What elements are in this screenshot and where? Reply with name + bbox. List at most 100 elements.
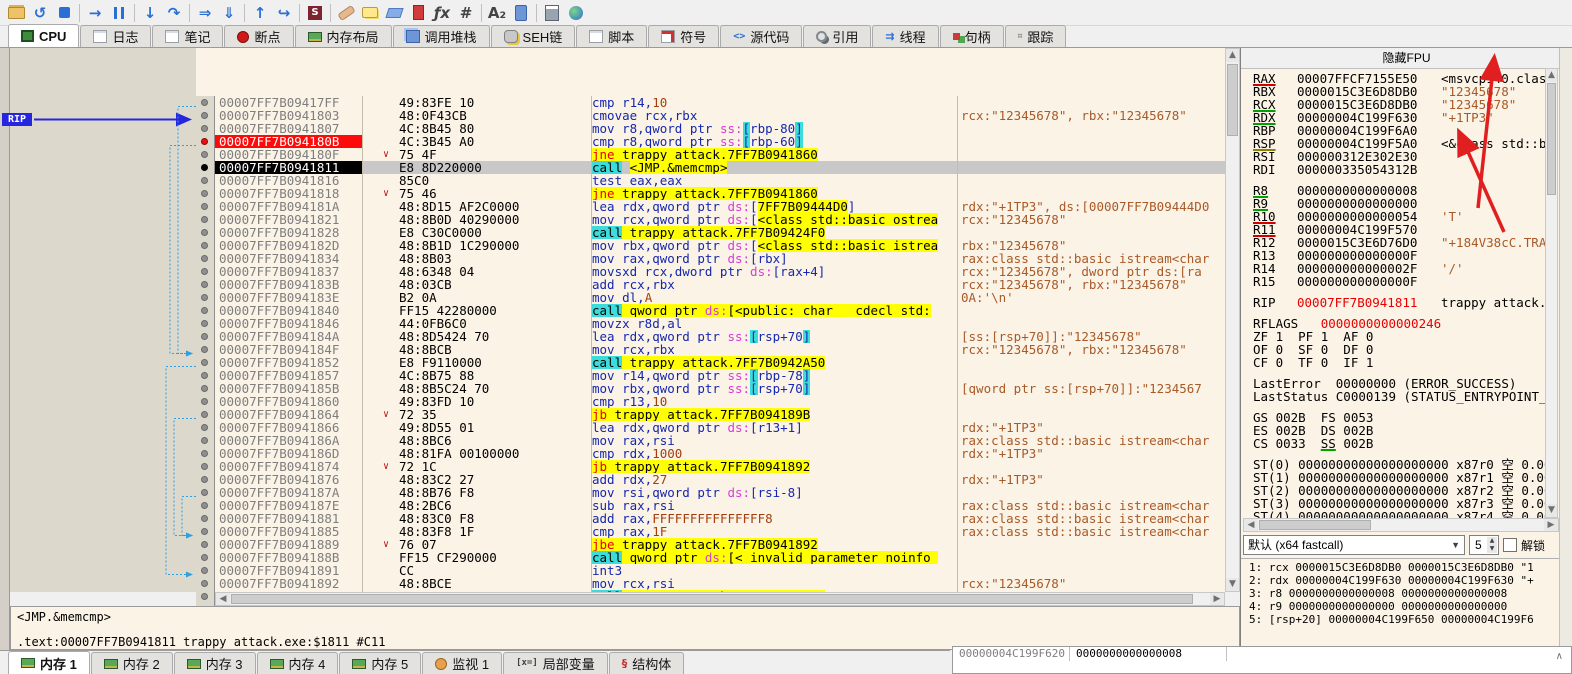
comment-cell[interactable]: rax:class std::basic_istream<char [958,512,1225,525]
instruction-cell[interactable]: call qword ptr ds:[<_invalid_parameter_n… [592,551,958,564]
hide-fpu-button[interactable]: 隐藏FPU [1241,48,1572,69]
comment-cell[interactable]: rdx:"+1TP3" [958,473,1225,486]
bytes-cell[interactable]: E8 8D220000 [363,161,592,174]
address-cell[interactable]: 00007FF7B0941834 [215,252,363,265]
bytes-cell[interactable]: 49:83FD 10 [363,395,592,408]
disasm-row[interactable]: 00007FF7B0941816 85C0 test eax,eax [196,174,1225,187]
disasm-row[interactable]: 00007FF7B094180F ∨ 75 4F jne trappy attack.… [196,148,1225,161]
address-cell[interactable]: 00007FF7B0941881 [215,512,363,525]
address-cell[interactable]: 00007FF7B094180F [215,148,363,161]
disasm-row[interactable]: 00007FF7B094180B 4C:3B45 A0 cmp r8,qword p… [196,135,1225,148]
disasm-row[interactable]: 00007FF7B0941892 48:8BCE mov rcx,rsi rcx:"1… [196,577,1225,590]
disasm-vscrollbar[interactable]: ▲ ▼ [1225,48,1240,592]
step-out-icon[interactable]: ⇓ [217,2,241,24]
bytes-cell[interactable]: 48:8D15 AF2C0000 [363,200,592,213]
argument-row[interactable]: 1: rcx 0000015C3E6D8DB0 0000015C3E6D8DB0… [1249,561,1559,574]
font-icon[interactable]: A₂ [485,2,509,24]
argument-count-stepper[interactable]: 5 ▲ ▼ [1469,535,1499,555]
disasm-row[interactable]: 00007FF7B094185B 48:8B5C24 70 mov rbx,qwor… [196,382,1225,395]
tab-引用[interactable]: 引用 [803,25,872,47]
comment-cell[interactable] [958,395,1225,408]
bytes-cell[interactable]: 85C0 [363,174,592,187]
bottom-tab-内存 1[interactable]: 内存 1 [8,651,90,674]
comment-cell[interactable] [958,161,1225,174]
restart-icon[interactable]: ↺ [28,2,52,24]
address-cell[interactable]: 00007FF7B094186A [215,434,363,447]
instruction-cell[interactable]: mov rax,qword ptr ds:[rbx] [592,252,958,265]
checkbox-icon[interactable] [1503,538,1517,552]
bytes-cell[interactable]: 49:83FE 10 [363,96,592,109]
bytes-cell[interactable]: 48:8B76 F8 [363,486,592,499]
disasm-row[interactable]: 00007FF7B0941860 49:83FD 10 cmp r13,10 [196,395,1225,408]
address-cell[interactable]: 00007FF7B0941807 [215,122,363,135]
tab-日志[interactable]: 日志 [80,25,152,47]
comment-cell[interactable]: rbx:"12345678" [958,239,1225,252]
address-cell[interactable]: 00007FF7B09417FF [215,96,363,109]
instruction-cell[interactable]: cmp r14,10 [592,96,958,109]
unlock-checkbox[interactable]: 解锁 [1503,537,1545,554]
instruction-cell[interactable]: movsxd rcx,dword ptr ds:[rax+4] [592,265,958,278]
comment-cell[interactable] [958,408,1225,421]
comment-cell[interactable] [958,564,1225,577]
bytes-cell[interactable]: ∨ 76 07 [363,538,592,551]
disasm-row[interactable]: 00007FF7B094184F 48:8BCB mov rcx,rbx rcx:"1… [196,343,1225,356]
comment-cell[interactable]: rcx:"12345678" [958,577,1225,590]
scroll-up-icon[interactable]: ▲ [1226,49,1239,62]
bytes-cell[interactable]: 48:2BC6 [363,499,592,512]
instruction-cell[interactable]: lea rdx,qword ptr ss:[rsp+70] [592,330,958,343]
scroll-thumb[interactable] [1227,64,1238,136]
disasm-row[interactable]: 00007FF7B0941874 ∨ 72 1C jb trappy attack.7… [196,460,1225,473]
patch-icon[interactable] [334,2,358,24]
disasm-row[interactable]: 00007FF7B094183B 48:03CB add rcx,rbx rcx:"1… [196,278,1225,291]
comment-cell[interactable]: rax:class std::basic_istream<char [958,525,1225,538]
address-cell[interactable]: 00007FF7B0941892 [215,577,363,590]
address-cell[interactable]: 00007FF7B094184A [215,330,363,343]
instruction-cell[interactable]: call trappy attack.7FF7B09424F0 [592,226,958,239]
disasm-row[interactable]: 00007FF7B094187A 48:8B76 F8 mov rsi,qword … [196,486,1225,499]
disasm-row[interactable]: 00007FF7B0941840 FF15 42280000 call qword … [196,304,1225,317]
comment-cell[interactable]: [qword ptr ss:[rsp+70]]:"1234567 [958,382,1225,395]
disasm-row[interactable]: 00007FF7B094184A 48:8D5424 70 lea rdx,qwor… [196,330,1225,343]
argument-row[interactable]: 5: [rsp+20] 00000004C199F650 00000004C19… [1249,613,1559,626]
bytes-cell[interactable]: ∨ 75 4F [363,148,592,161]
address-cell[interactable]: 00007FF7B0941891 [215,564,363,577]
instruction-cell[interactable]: sub rax,rsi [592,499,958,512]
step-into-icon[interactable]: ↓ [138,2,162,24]
scroll-down-icon[interactable]: ▼ [1226,578,1239,591]
address-cell[interactable]: 00007FF7B0941864 [215,408,363,421]
comment-cell[interactable] [958,369,1225,382]
instruction-cell[interactable]: add rdx,27 [592,473,958,486]
instruction-cell[interactable]: jne trappy attack.7FF7B0941860 [592,148,958,161]
comment-cell[interactable] [958,122,1225,135]
address-cell[interactable]: 00007FF7B094182D [215,239,363,252]
disasm-row[interactable]: 00007FF7B0941837 48:6348 04 movsxd rcx,dwo… [196,265,1225,278]
register-row[interactable]: CF 0 TF 0 IF 1 [1253,356,1546,369]
disasm-row[interactable]: 00007FF7B0941889 ∨ 76 07 jbe trappy attack.… [196,538,1225,551]
comment-cell[interactable] [958,486,1225,499]
bytes-cell[interactable]: 49:8D55 01 [363,421,592,434]
instruction-cell[interactable]: test eax,eax [592,174,958,187]
disasm-row[interactable]: 00007FF7B0941852 E8 F9110000 call trappy a… [196,356,1225,369]
disasm-row[interactable]: 00007FF7B0941803 48:0F43CB cmovae rcx,rbx r… [196,109,1225,122]
address-cell[interactable]: 00007FF7B094183B [215,278,363,291]
disasm-row[interactable]: 00007FF7B094186A 48:8BC6 mov rax,rsi rax:cl… [196,434,1225,447]
bytes-cell[interactable]: 48:8BCB [363,343,592,356]
attach-icon[interactable]: ↪ [272,2,296,24]
comment-cell[interactable]: rcx:"12345678" [958,213,1225,226]
label-icon[interactable] [382,2,406,24]
bottom-tab-局部变量[interactable]: [x=] 局部变量 [503,652,608,674]
address-cell[interactable]: 00007FF7B0941816 [215,174,363,187]
disasm-hscrollbar[interactable]: ◀ ▶ [215,592,1225,606]
bottom-tab-监视 1[interactable]: 监视 1 [422,652,503,674]
disasm-row[interactable]: 00007FF7B0941866 49:8D55 01 lea rdx,qword … [196,421,1225,434]
bytes-cell[interactable]: 48:83C2 27 [363,473,592,486]
scroll-left-icon[interactable]: ◀ [1244,519,1258,531]
comment-cell[interactable]: 0A:'\n' [958,291,1225,304]
scroll-up-icon[interactable]: ∧ [1556,651,1563,662]
comment-cell[interactable] [958,538,1225,551]
instruction-cell[interactable]: lea rdx,qword ptr ds:[r13+1] [592,421,958,434]
comment-cell[interactable] [958,135,1225,148]
open-folder-icon[interactable] [4,2,28,24]
disasm-row[interactable]: 00007FF7B0941876 48:83C2 27 add rdx,27 rdx:… [196,473,1225,486]
instruction-cell[interactable]: add rax,FFFFFFFFFFFFFFF8 [592,512,958,525]
